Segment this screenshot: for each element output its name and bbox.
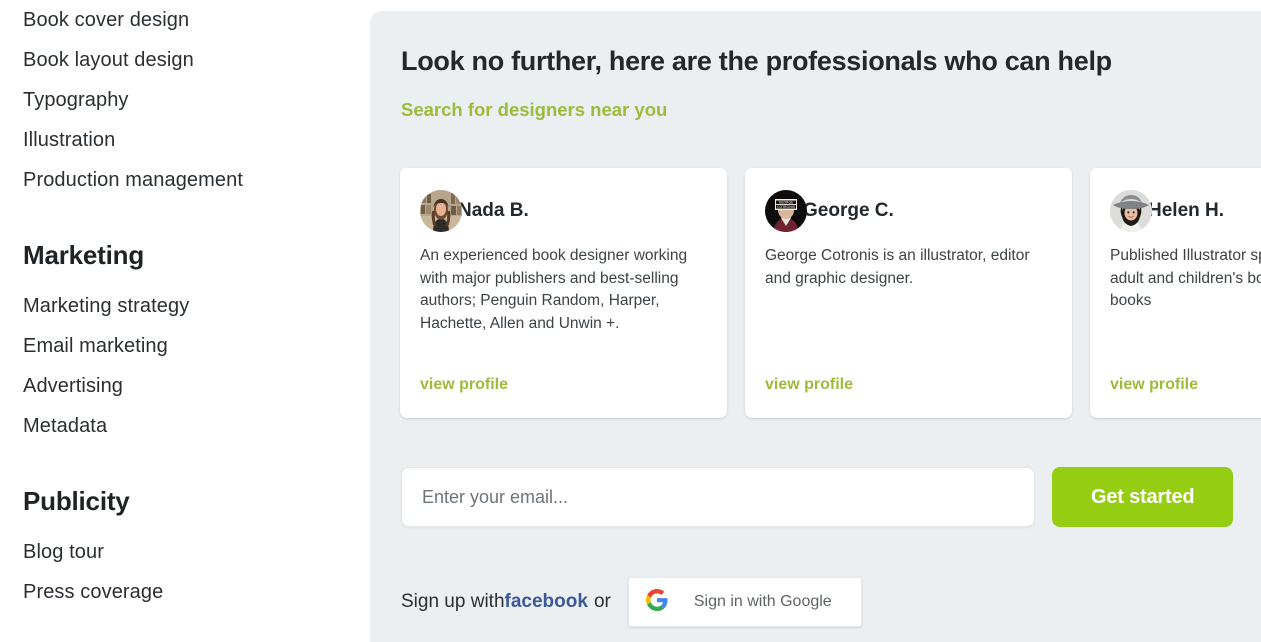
sidebar-item-illustration[interactable]: Illustration <box>23 120 370 160</box>
designer-name: Helen H. <box>1148 200 1225 221</box>
sidebar-heading-spacer <box>23 272 370 286</box>
photo-dark-portrait-avatar: GEORGE COTRONIS <box>765 190 807 232</box>
sidebar-item-marketing-strategy[interactable]: Marketing strategy <box>23 286 370 326</box>
designer-card-header: GEORGE COTRONIS George C. <box>765 190 1052 232</box>
view-profile-link[interactable]: view profile <box>1110 376 1198 394</box>
svg-text:GEORGE: GEORGE <box>779 201 794 205</box>
designer-bio: George Cotronis is an illustrator, edito… <box>765 247 1030 287</box>
facebook-signup-link[interactable]: facebook <box>505 591 588 613</box>
sidebar-item-typography[interactable]: Typography <box>23 80 370 120</box>
sidebar-item-blog-tour[interactable]: Blog tour <box>23 532 370 572</box>
designer-name: George C. <box>803 200 894 221</box>
sidebar-item-production-management[interactable]: Production management <box>23 160 370 200</box>
designer-name: Nada B. <box>458 200 529 221</box>
svg-text:COTRONIS: COTRONIS <box>777 205 795 209</box>
email-input[interactable] <box>401 467 1036 527</box>
sidebar-item-book-layout-design[interactable]: Book layout design <box>23 40 370 80</box>
designer-bio: An experienced book designer working wit… <box>420 247 688 332</box>
view-profile-link[interactable]: view profile <box>765 376 853 394</box>
google-signin-button[interactable]: Sign in with Google <box>627 577 862 627</box>
sidebar-item-book-cover-design[interactable]: Book cover design <box>23 0 370 40</box>
sidebar-item-press-coverage[interactable]: Press coverage <box>23 572 370 612</box>
designer-card-header: Helen H. <box>1110 190 1261 232</box>
designer-cards-list: Nada B. An experienced book designer wor… <box>400 168 1261 418</box>
or-label: or <box>593 591 611 612</box>
page-title: Look no further, here are the profession… <box>401 46 1112 76</box>
sidebar-group-publicity: Publicity Blog tour Press coverage <box>23 484 370 612</box>
designer-card[interactable]: GEORGE COTRONIS George C. George Cotroni… <box>745 168 1072 418</box>
signup-prefix-label: Sign up with <box>401 591 505 612</box>
sidebar-item-email-marketing[interactable]: Email marketing <box>23 326 370 366</box>
sidebar: Book cover design Book layout design Typ… <box>0 0 370 642</box>
get-started-button[interactable]: Get started <box>1052 467 1233 527</box>
sidebar-heading-marketing: Marketing <box>23 240 145 270</box>
designer-card[interactable]: Nada B. An experienced book designer wor… <box>400 168 727 418</box>
sidebar-heading-publicity: Publicity <box>23 486 130 516</box>
main-panel: Look no further, here are the profession… <box>370 11 1261 642</box>
google-signin-label: Sign in with Google <box>693 593 832 610</box>
designer-card[interactable]: Helen H. Published Illustrator specialis… <box>1090 168 1261 418</box>
page-root: Book cover design Book layout design Typ… <box>0 0 1261 642</box>
designer-bio: Published Illustrator specialising in yo… <box>1110 247 1261 309</box>
sidebar-item-metadata[interactable]: Metadata <box>23 406 370 446</box>
sidebar-group-marketing: Marketing Marketing strategy Email marke… <box>23 238 370 446</box>
photo-woman-hat-avatar <box>1110 190 1152 232</box>
designer-card-header: Nada B. <box>420 190 707 232</box>
main-panel-inner: Look no further, here are the profession… <box>370 11 1261 642</box>
sidebar-heading-spacer-2 <box>23 518 370 532</box>
social-signup-row: Sign up with facebook or Sign in with Go… <box>401 577 862 627</box>
sidebar-item-advertising[interactable]: Advertising <box>23 366 370 406</box>
view-profile-link[interactable]: view profile <box>420 376 508 394</box>
signup-row: Get started <box>401 467 1233 527</box>
search-designers-link[interactable]: Search for designers near you <box>401 99 667 121</box>
sidebar-group-services: Book cover design Book layout design Typ… <box>23 0 370 200</box>
google-g-icon <box>645 588 668 616</box>
photo-woman-bookshelf-avatar <box>420 190 462 232</box>
